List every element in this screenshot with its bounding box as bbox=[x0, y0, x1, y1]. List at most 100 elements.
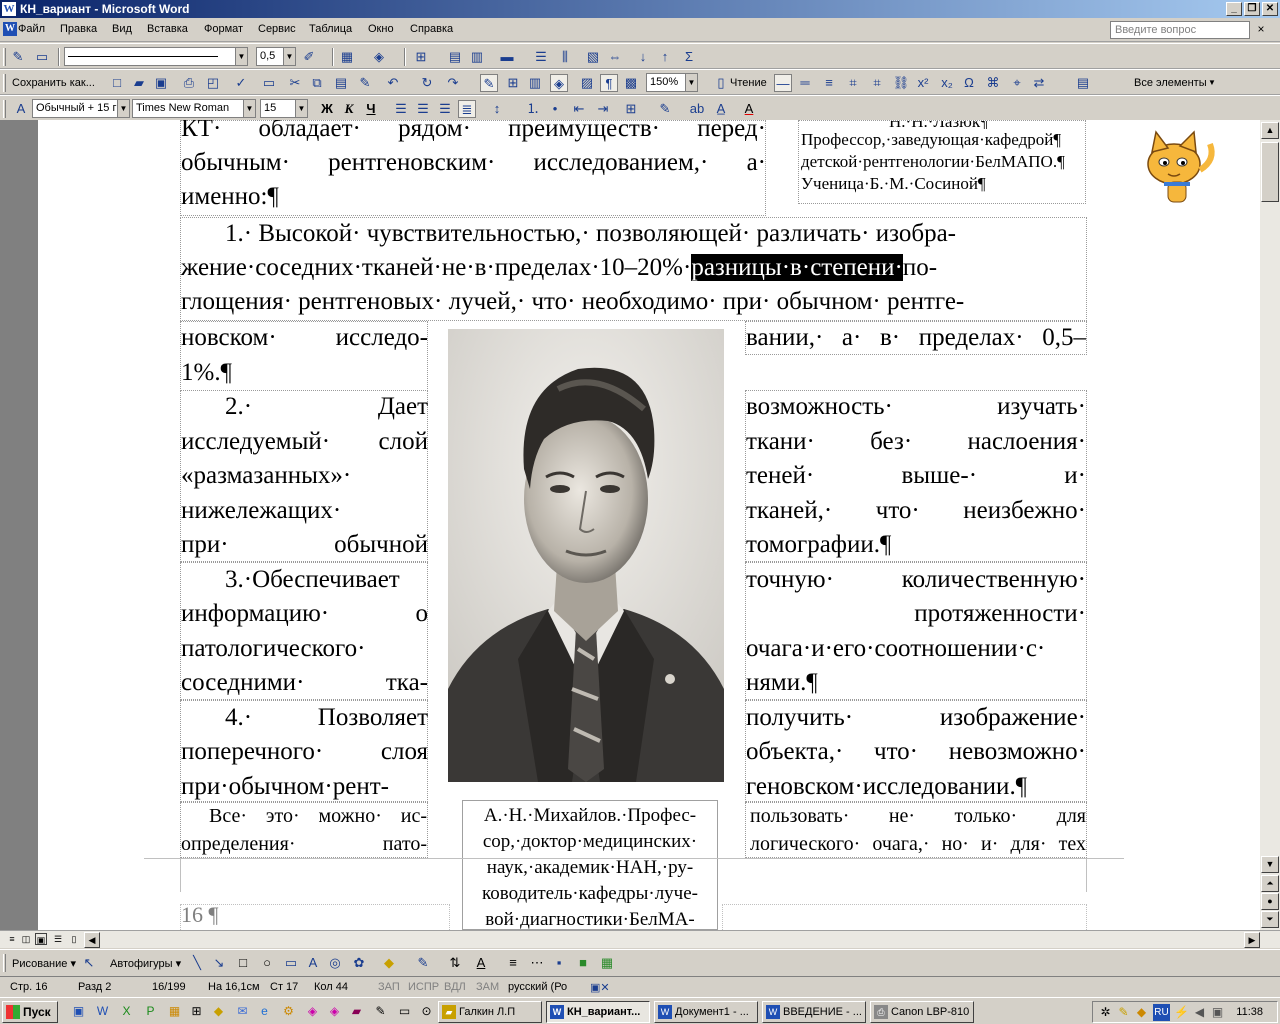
publisher-quicklaunch-icon[interactable]: P bbox=[142, 1003, 159, 1020]
quicklaunch-icon[interactable]: ◈ bbox=[326, 1003, 343, 1020]
wordart-icon[interactable]: A bbox=[304, 954, 322, 972]
border-color-icon[interactable]: ✐ bbox=[300, 48, 318, 66]
toolbar-grip[interactable] bbox=[3, 100, 6, 118]
document-close-button[interactable]: × bbox=[1254, 22, 1268, 36]
superscript-icon[interactable]: x² bbox=[914, 74, 932, 92]
scroll-down-button[interactable]: ▼ bbox=[1261, 856, 1279, 873]
tray-icon[interactable]: ✎ bbox=[1115, 1004, 1132, 1021]
autoformat-table-icon[interactable]: ▧ bbox=[584, 48, 602, 66]
minimize-button[interactable]: _ bbox=[1226, 2, 1242, 16]
new-document-icon[interactable]: □ bbox=[108, 74, 126, 92]
track-icon[interactable]: ⇄ bbox=[1030, 74, 1048, 92]
vertical-scrollbar[interactable]: ▲ ▼ ⏶ ● ⏷ bbox=[1260, 120, 1280, 930]
align-left-icon[interactable]: ☰ bbox=[392, 100, 410, 118]
tray-icon[interactable]: ✲ bbox=[1097, 1004, 1114, 1021]
drawing-icon[interactable]: ◈ bbox=[550, 74, 568, 92]
increase-indent-icon[interactable]: ⇥ bbox=[594, 100, 612, 118]
line-icon[interactable]: — bbox=[774, 74, 792, 92]
access-quicklaunch-icon[interactable]: ▦ bbox=[166, 1003, 183, 1020]
toolbar-grip[interactable] bbox=[3, 48, 6, 66]
align-center-icon[interactable]: ☰ bbox=[414, 100, 432, 118]
scroll-thumb[interactable] bbox=[1261, 142, 1279, 202]
menu-view[interactable]: Вид bbox=[112, 23, 132, 35]
web-view-icon[interactable]: ◫ bbox=[20, 933, 32, 945]
cut-icon[interactable]: ✂ bbox=[286, 74, 304, 92]
word-quicklaunch-icon[interactable]: W bbox=[94, 1003, 111, 1020]
status-record[interactable]: ЗАП bbox=[378, 981, 400, 993]
omega-icon[interactable]: Ω bbox=[960, 74, 978, 92]
borders-icon[interactable]: ▦ bbox=[338, 48, 356, 66]
character-spacing-icon[interactable]: ab bbox=[688, 100, 706, 118]
picture-icon[interactable]: ▩ bbox=[622, 74, 640, 92]
menu-insert[interactable]: Вставка bbox=[147, 23, 188, 35]
zoom-combo[interactable]: 150% ▼ bbox=[646, 73, 698, 92]
autofit-icon[interactable]: ⇔ bbox=[606, 48, 624, 66]
quicklaunch-icon[interactable]: ▰ bbox=[348, 1003, 365, 1020]
arrow-tool-icon[interactable]: ↘ bbox=[210, 954, 228, 972]
line-spacing-icon[interactable]: ↕ bbox=[488, 100, 506, 118]
drawing-menu[interactable]: Рисование ▾ bbox=[12, 957, 76, 970]
next-icon[interactable]: ⌖ bbox=[1008, 74, 1026, 92]
frame-icon[interactable]: ⌗ bbox=[844, 74, 862, 92]
clipart-icon[interactable]: ✿ bbox=[350, 954, 368, 972]
fill-color-icon[interactable]: ◆ bbox=[380, 954, 398, 972]
open-icon[interactable]: ▰ bbox=[130, 74, 148, 92]
diagram-icon[interactable]: ◎ bbox=[326, 954, 344, 972]
format-painter-icon[interactable]: ✎ bbox=[356, 74, 374, 92]
normal-view-icon[interactable]: ≡ bbox=[6, 933, 18, 945]
save-icon[interactable]: ▣ bbox=[152, 74, 170, 92]
excel-quicklaunch-icon[interactable]: X bbox=[118, 1003, 135, 1020]
volume-icon[interactable]: ◀ bbox=[1191, 1004, 1208, 1021]
align-cell-icon[interactable]: ▬ bbox=[498, 48, 516, 66]
font-color-icon[interactable]: A bbox=[740, 100, 758, 118]
distribute-cols-icon[interactable]: ⫼ bbox=[556, 48, 574, 66]
research-icon[interactable]: ▭ bbox=[260, 74, 278, 92]
menu-format[interactable]: Формат bbox=[204, 23, 243, 35]
dash-style-icon[interactable]: ≡ bbox=[504, 954, 522, 972]
print-icon[interactable]: ⎙ bbox=[180, 74, 198, 92]
menu-help[interactable]: Справка bbox=[410, 23, 453, 35]
all-elements-dropdown[interactable]: Все элементы bbox=[1134, 77, 1207, 89]
underline-button[interactable]: Ч bbox=[362, 100, 380, 118]
undo-icon[interactable]: ↶ bbox=[384, 74, 402, 92]
line-style-combo[interactable]: ▼ bbox=[64, 47, 248, 66]
select-objects-icon[interactable]: ↖ bbox=[80, 954, 98, 972]
styles-icon[interactable]: ▤ bbox=[1074, 74, 1092, 92]
menu-edit[interactable]: Правка bbox=[60, 23, 97, 35]
task-vvedenie[interactable]: W ВВЕДЕНИЕ - ... bbox=[762, 1001, 866, 1023]
outside-border-icon[interactable]: ⊞ bbox=[622, 100, 640, 118]
status-extend[interactable]: ВДЛ bbox=[444, 981, 466, 993]
quicklaunch-icon[interactable]: ▣ bbox=[70, 1003, 87, 1020]
task-canon-printer[interactable]: ⎙ Canon LBP-810 bbox=[870, 1001, 974, 1023]
sort-descending-icon[interactable]: ↑ bbox=[656, 48, 674, 66]
menu-table[interactable]: Таблица bbox=[309, 23, 352, 35]
print-layout-icon[interactable]: ▣ bbox=[35, 933, 47, 945]
task-galkin[interactable]: ▰ Галкин Л.П bbox=[438, 1001, 542, 1023]
ask-question-input[interactable]: Введите вопрос bbox=[1110, 21, 1250, 39]
quicklaunch-icon[interactable]: ◈ bbox=[304, 1003, 321, 1020]
selected-text[interactable]: разницы·в·степени· bbox=[691, 254, 903, 281]
previous-page-button[interactable]: ⏶ bbox=[1261, 875, 1279, 892]
restore-button[interactable]: ❐ bbox=[1244, 2, 1260, 16]
outline-view-icon[interactable]: ☰ bbox=[52, 933, 64, 945]
scroll-right-button[interactable]: ▶ bbox=[1244, 932, 1260, 948]
all-elements-arrow[interactable]: ▼ bbox=[1208, 78, 1216, 87]
select-browse-object-button[interactable]: ● bbox=[1261, 893, 1279, 910]
paste-icon[interactable]: ▤ bbox=[332, 74, 350, 92]
outlook-quicklaunch-icon[interactable]: ✉ bbox=[234, 1003, 251, 1020]
reading-view-icon[interactable]: ▯ bbox=[68, 933, 80, 945]
reading-button[interactable]: Чтение bbox=[730, 77, 767, 89]
justify-icon[interactable]: ≣ bbox=[458, 100, 476, 118]
font-color-draw-icon[interactable]: A bbox=[472, 954, 490, 972]
insert-table-icon[interactable]: ⊞ bbox=[412, 48, 430, 66]
quicklaunch-icon[interactable]: ◆ bbox=[210, 1003, 227, 1020]
quicklaunch-icon[interactable]: ⚙ bbox=[280, 1003, 297, 1020]
spelling-icon[interactable]: ✓ bbox=[232, 74, 250, 92]
ie-quicklaunch-icon[interactable]: e bbox=[256, 1003, 273, 1020]
document-area[interactable]: КТ· обладает· рядом· преимуществ· перед· обы… bbox=[38, 120, 1260, 930]
language-indicator[interactable]: RU bbox=[1153, 1004, 1170, 1021]
close-button[interactable]: ✕ bbox=[1262, 2, 1278, 16]
double-line-icon[interactable]: ═ bbox=[796, 74, 814, 92]
autoshapes-menu[interactable]: Автофигуры ▾ bbox=[110, 957, 181, 970]
horizontal-scrollbar[interactable]: ≡ ◫ ▣ ☰ ▯ ◀ ▶ bbox=[0, 930, 1280, 948]
